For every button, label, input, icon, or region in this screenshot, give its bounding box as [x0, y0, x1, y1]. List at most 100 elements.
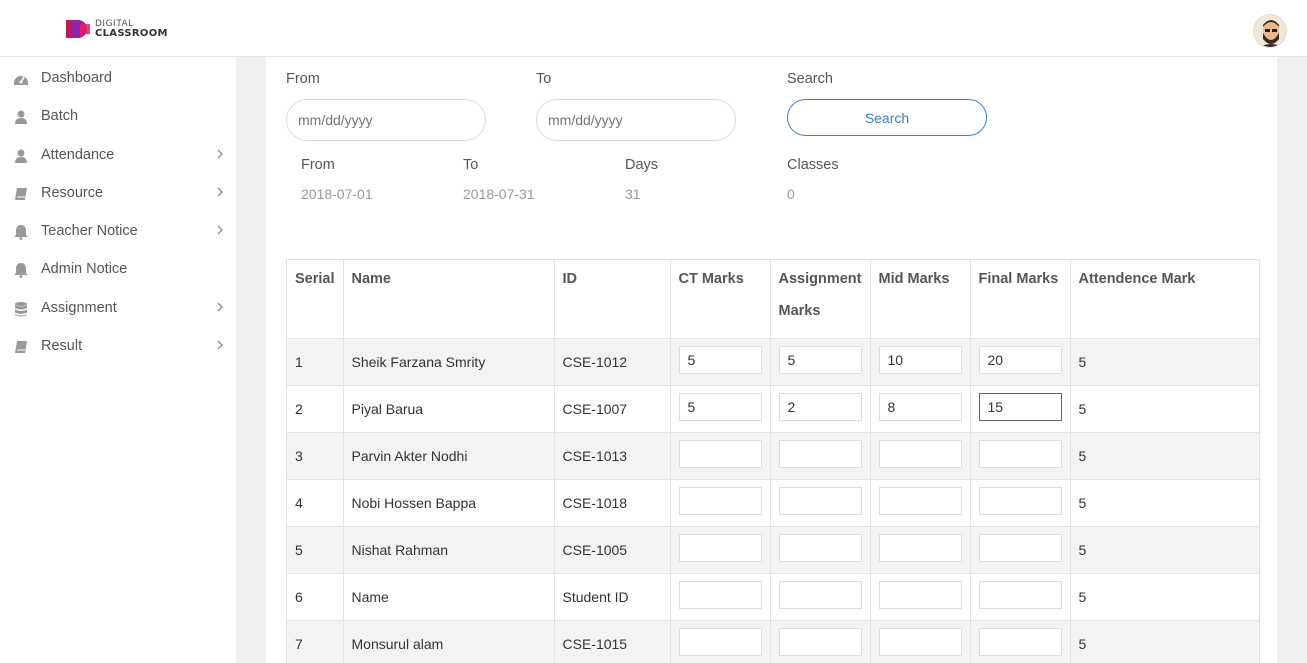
sidebar-item-label: Attendance [41, 147, 115, 163]
top-navbar: DIGITAL CLASSROOM [0, 0, 1307, 57]
column-header-name: Name [342, 259, 555, 339]
cell-serial: 3 [286, 432, 344, 480]
assignment-marks-input[interactable] [778, 440, 862, 468]
table-row: 2 Piyal Barua CSE-1007 5 [286, 385, 1260, 433]
table-row: 1 Sheik Farzana Smrity CSE-1012 5 [286, 338, 1260, 386]
table-header-row: Serial Name ID CT Marks Assignment Marks… [286, 259, 1260, 339]
sidebar-item-resource[interactable]: Resource [0, 182, 236, 206]
assignment-marks-input[interactable] [778, 346, 862, 374]
ct-marks-input[interactable] [678, 534, 762, 562]
cell-id: CSE-1005 [553, 526, 671, 574]
column-header-serial: Serial [286, 259, 344, 339]
sidebar-item-label: Result [41, 338, 83, 354]
cell-name: Nishat Rahman [342, 526, 555, 574]
cell-name: Piyal Barua [342, 385, 555, 433]
assignment-marks-input[interactable] [778, 581, 862, 609]
user-avatar[interactable] [1253, 14, 1287, 48]
final-marks-input[interactable] [978, 346, 1062, 374]
to-label: To [536, 71, 552, 87]
mid-marks-input[interactable] [878, 440, 962, 468]
sidebar-item-label: Admin Notice [41, 261, 128, 277]
cell-id: CSE-1007 [553, 385, 671, 433]
final-marks-input[interactable] [978, 534, 1062, 562]
summary-from-label: From [301, 157, 335, 173]
summary-days-value: 31 [625, 186, 641, 202]
mid-marks-input[interactable] [878, 393, 962, 421]
ct-marks-input[interactable] [678, 346, 762, 374]
marks-table: Serial Name ID CT Marks Assignment Marks… [286, 259, 1260, 663]
cell-attendance: 5 [1069, 479, 1260, 527]
sidebar: Dashboard Batch Attendance Resource Teac… [0, 57, 236, 663]
mid-marks-input[interactable] [878, 581, 962, 609]
to-date-input[interactable] [536, 99, 736, 141]
user-icon [13, 148, 29, 164]
cell-id: CSE-1013 [553, 432, 671, 480]
ct-marks-input[interactable] [678, 440, 762, 468]
cell-attendance: 5 [1069, 385, 1260, 433]
table-row: 3 Parvin Akter Nodhi CSE-1013 5 [286, 432, 1260, 480]
column-header-ct-marks: CT Marks [669, 259, 771, 339]
summary-classes-value: 0 [787, 186, 795, 202]
mid-marks-input[interactable] [878, 628, 962, 656]
summary-to-value: 2018-07-31 [463, 186, 535, 202]
chevron-right-icon [215, 299, 225, 315]
chevron-right-icon [215, 222, 225, 238]
cell-name: Nobi Hossen Bappa [342, 479, 555, 527]
assignment-marks-input[interactable] [778, 628, 862, 656]
cell-attendance: 5 [1069, 526, 1260, 574]
cell-serial: 5 [286, 526, 344, 574]
chevron-right-icon [215, 146, 225, 162]
cell-attendance: 5 [1069, 432, 1260, 480]
mid-marks-input[interactable] [878, 534, 962, 562]
table-row: 7 Monsurul alam CSE-1015 5 [286, 620, 1260, 663]
dashboard-icon [13, 71, 29, 87]
cell-serial: 2 [286, 385, 344, 433]
cell-attendance: 5 [1069, 338, 1260, 386]
ct-marks-input[interactable] [678, 628, 762, 656]
assignment-marks-input[interactable] [778, 393, 862, 421]
table-row: 4 Nobi Hossen Bappa CSE-1018 5 [286, 479, 1260, 527]
cell-name: Monsurul alam [342, 620, 555, 663]
assignment-marks-input[interactable] [778, 487, 862, 515]
cell-serial: 6 [286, 573, 344, 621]
app-logo[interactable]: DIGITAL CLASSROOM [66, 17, 168, 41]
chevron-right-icon [215, 184, 225, 200]
from-label: From [286, 71, 320, 87]
chevron-right-icon [215, 337, 225, 353]
sidebar-item-label: Teacher Notice [41, 223, 138, 239]
summary-classes-label: Classes [787, 157, 839, 173]
mid-marks-input[interactable] [878, 487, 962, 515]
summary-to-label: To [463, 157, 479, 173]
mid-marks-input[interactable] [878, 346, 962, 374]
sidebar-item-admin-notice[interactable]: Admin Notice [0, 258, 236, 282]
column-header-final-marks: Final Marks [969, 259, 1071, 339]
ct-marks-input[interactable] [678, 393, 762, 421]
logo-line-2: CLASSROOM [95, 28, 168, 39]
cell-name: Name [342, 573, 555, 621]
final-marks-input[interactable] [978, 487, 1062, 515]
book-icon [13, 339, 29, 355]
ct-marks-input[interactable] [678, 581, 762, 609]
sidebar-item-attendance[interactable]: Attendance [0, 144, 236, 168]
sidebar-item-dashboard[interactable]: Dashboard [0, 67, 236, 91]
ct-marks-input[interactable] [678, 487, 762, 515]
sidebar-item-assignment[interactable]: Assignment [0, 297, 236, 321]
cell-name: Parvin Akter Nodhi [342, 432, 555, 480]
search-button[interactable]: Search [787, 99, 987, 136]
sidebar-item-batch[interactable]: Batch [0, 105, 236, 129]
user-icon [13, 109, 29, 125]
final-marks-input[interactable] [978, 393, 1062, 421]
sidebar-item-label: Resource [41, 185, 104, 201]
sidebar-item-label: Assignment [41, 300, 117, 316]
cell-id: CSE-1012 [553, 338, 671, 386]
final-marks-input[interactable] [978, 628, 1062, 656]
assignment-marks-input[interactable] [778, 534, 862, 562]
bell-icon [13, 262, 29, 278]
final-marks-input[interactable] [978, 440, 1062, 468]
cell-id: Student ID [553, 573, 671, 621]
final-marks-input[interactable] [978, 581, 1062, 609]
from-date-input[interactable] [286, 99, 486, 141]
sidebar-item-result[interactable]: Result [0, 335, 236, 359]
sidebar-item-teacher-notice[interactable]: Teacher Notice [0, 220, 236, 244]
column-header-attendance-mark: Attendence Mark [1069, 259, 1260, 339]
